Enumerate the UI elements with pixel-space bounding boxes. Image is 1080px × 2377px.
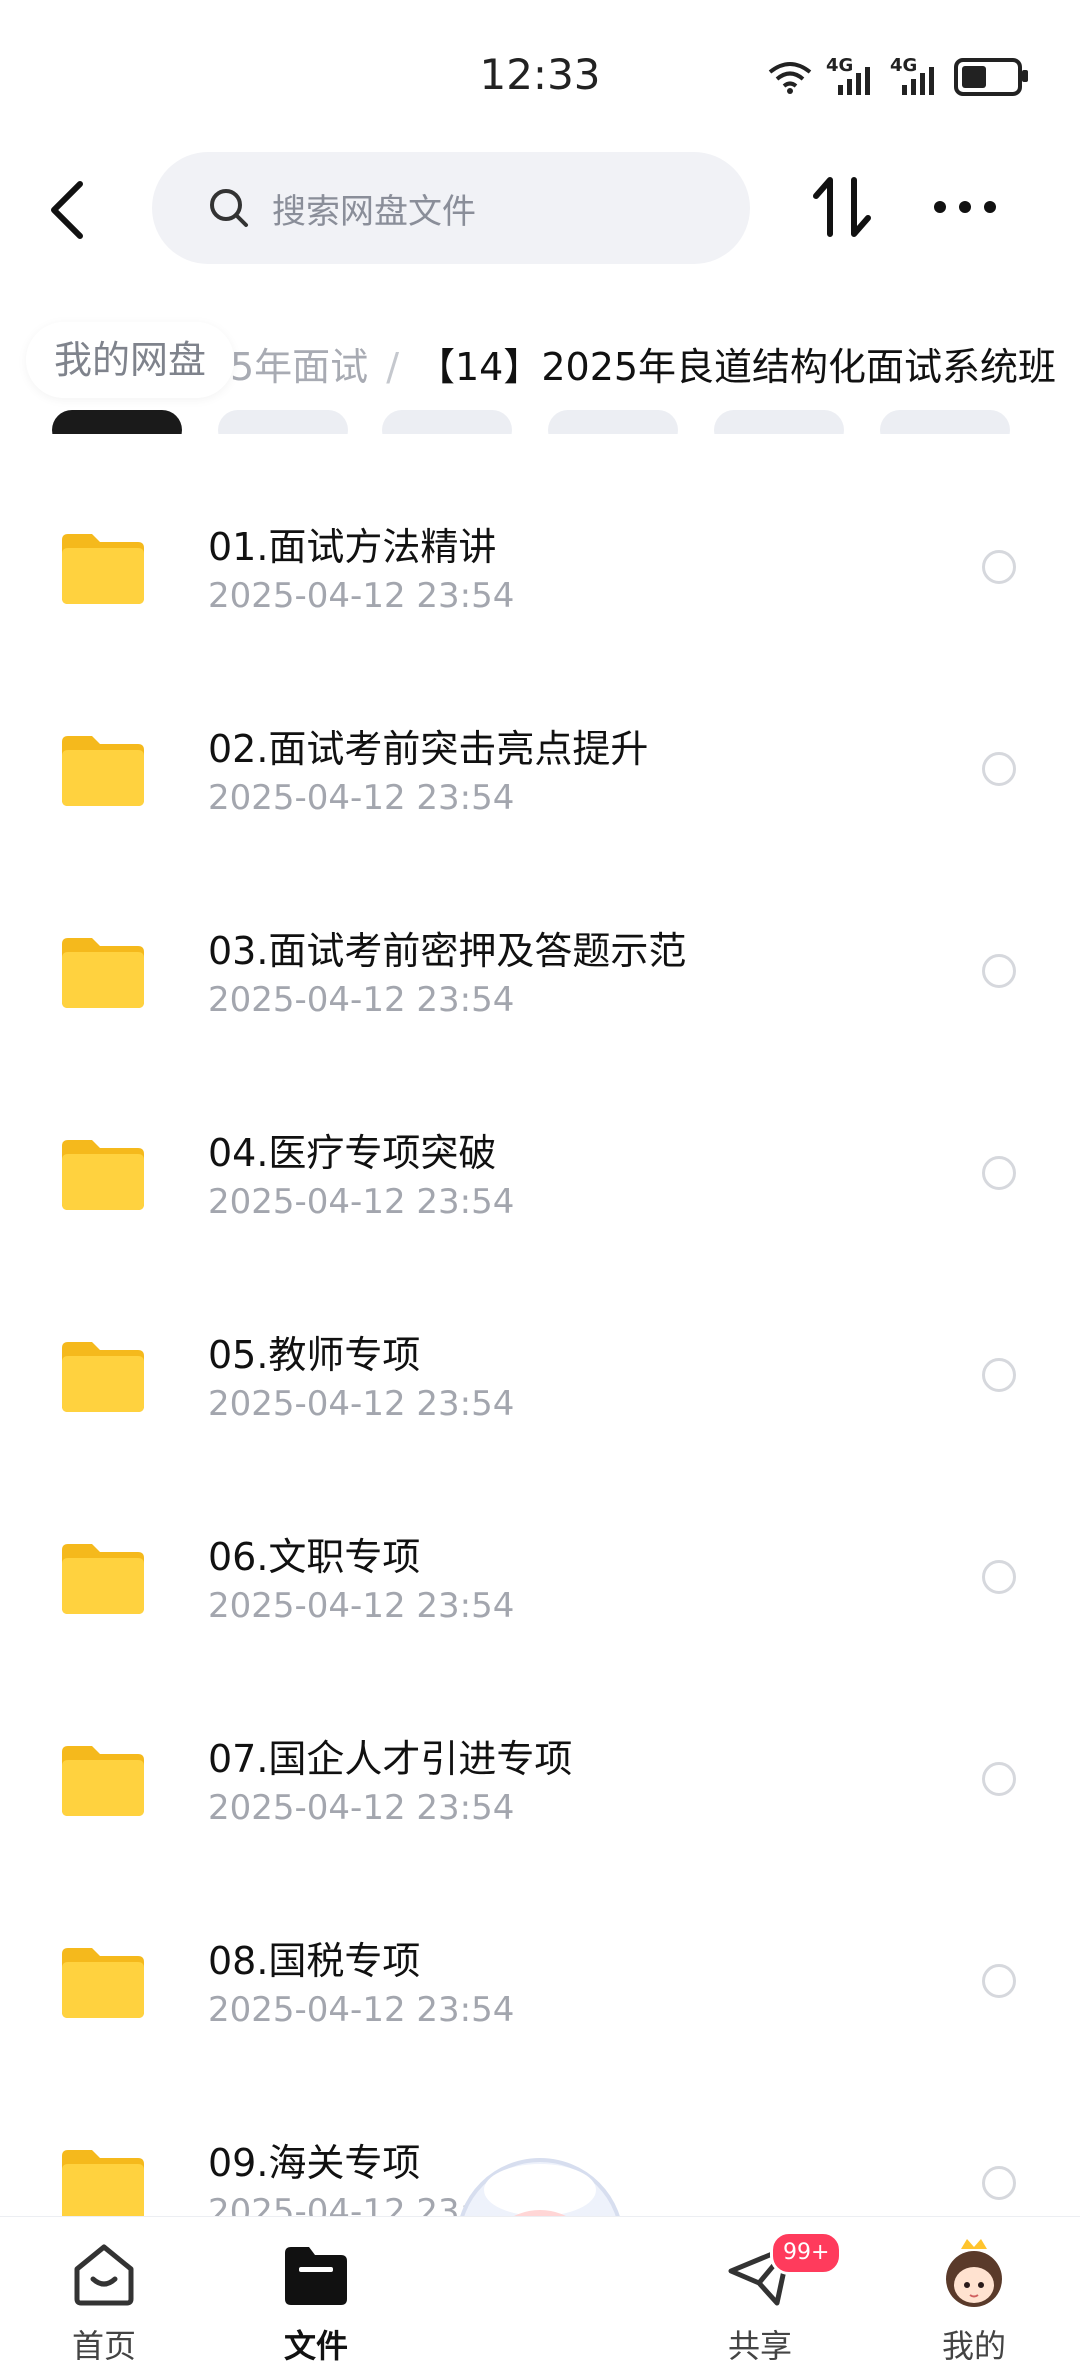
file-name: 04.医疗专项突破 xyxy=(208,1131,497,1175)
file-list: 01.面试方法精讲 2025-04-12 23:54 02.面试考前突击亮点提升 20… xyxy=(0,434,1080,2216)
nav-item-home[interactable]: 首页 xyxy=(24,2239,184,2369)
file-name: 02.面试考前突击亮点提升 xyxy=(208,727,649,771)
breadcrumb-separator: / xyxy=(386,345,399,389)
file-date: 2025-04-12 23:54 xyxy=(208,1990,515,2030)
more-dot xyxy=(959,201,971,213)
file-name: 03.面试考前密押及答题示范 xyxy=(208,929,687,973)
search-placeholder: 搜索网盘文件 xyxy=(272,191,476,232)
folder-icon xyxy=(62,1746,144,1816)
signal-icon: 4G xyxy=(890,55,940,95)
nav-item-mine[interactable]: 我的 xyxy=(894,2239,1054,2369)
file-name: 06.文职专项 xyxy=(208,1535,421,1579)
folder-icon xyxy=(62,1948,144,2018)
file-row[interactable]: 02.面试考前突击亮点提升 2025-04-12 23:54 xyxy=(0,727,1080,934)
select-checkbox[interactable] xyxy=(982,1156,1016,1190)
home-icon xyxy=(74,2244,134,2306)
signal-icon: 4G xyxy=(826,55,876,95)
chevron-left-icon xyxy=(51,181,83,239)
file-name: 05.教师专项 xyxy=(208,1333,421,1377)
file-row[interactable]: 06.文职专项 2025-04-12 23:54 xyxy=(0,1535,1080,1742)
breadcrumb: 5年面试 / 【14】2025年良道结构化面试系统班 我的网盘 xyxy=(0,300,1080,420)
file-row[interactable]: 08.国税专项 2025-04-12 23:54 xyxy=(0,1939,1080,2146)
status-icons: 4G 4G xyxy=(768,55,1028,96)
more-button[interactable] xyxy=(934,196,996,218)
wifi-icon xyxy=(768,62,812,94)
share-badge: 99+ xyxy=(770,2231,843,2275)
file-name: 08.国税专项 xyxy=(208,1939,421,1983)
breadcrumb-item-parent[interactable]: 5年面试 xyxy=(230,345,368,389)
avatar xyxy=(946,2239,1002,2307)
folder-icon xyxy=(62,736,144,806)
select-checkbox[interactable] xyxy=(982,550,1016,584)
file-date: 2025-04-12 23:54 xyxy=(208,1788,515,1828)
search-icon xyxy=(210,189,248,227)
folder-icon xyxy=(62,1140,144,1210)
file-date: 2025-04-12 23:54 xyxy=(208,1586,515,1626)
status-bar: 12:33 4G 4G xyxy=(0,0,1080,150)
folder-icon xyxy=(285,2247,347,2305)
select-checkbox[interactable] xyxy=(982,954,1016,988)
nav-label-share: 共享 xyxy=(727,2327,792,2365)
file-row[interactable]: 05.教师专项 2025-04-12 23:54 xyxy=(0,1333,1080,1540)
sort-icon xyxy=(813,177,871,237)
back-button[interactable] xyxy=(40,178,96,242)
file-date: 2025-04-12 23:54 xyxy=(208,778,515,818)
nav-label-mine: 我的 xyxy=(941,2327,1006,2365)
folder-icon xyxy=(62,2150,144,2216)
nav-item-share[interactable]: 99+ 共享 xyxy=(680,2231,843,2369)
bottom-nav: 首页 文件 99+ 共享 我的 xyxy=(0,2216,1080,2377)
file-date: 2025-04-12 23:54 xyxy=(208,1182,515,1222)
nav-item-files[interactable]: 文件 xyxy=(236,2239,396,2369)
file-date: 2025-04-12 23:54 xyxy=(208,1384,515,1424)
file-row[interactable]: 03.面试考前密押及答题示范 2025-04-12 23:54 xyxy=(0,929,1080,1136)
file-date: 2025-04-12 23:54 xyxy=(208,576,515,616)
select-checkbox[interactable] xyxy=(982,1964,1016,1998)
folder-icon xyxy=(62,1342,144,1412)
select-checkbox[interactable] xyxy=(982,1358,1016,1392)
select-checkbox[interactable] xyxy=(982,2166,1016,2200)
folder-icon xyxy=(62,534,144,604)
more-dot xyxy=(984,201,996,213)
breadcrumb-item-root[interactable]: 我的网盘 xyxy=(26,322,235,398)
select-checkbox[interactable] xyxy=(982,752,1016,786)
sort-button[interactable] xyxy=(808,172,878,242)
file-date: 2025-04-12 23:54 xyxy=(208,980,515,1020)
file-name: 01.面试方法精讲 xyxy=(208,525,497,569)
select-checkbox[interactable] xyxy=(982,1762,1016,1796)
file-row[interactable]: 01.面试方法精讲 2025-04-12 23:54 xyxy=(0,525,1080,732)
select-checkbox[interactable] xyxy=(982,1560,1016,1594)
file-row[interactable]: 07.国企人才引进专项 2025-04-12 23:54 xyxy=(0,1737,1080,1944)
nav-label-files: 文件 xyxy=(283,2327,348,2365)
file-name: 07.国企人才引进专项 xyxy=(208,1737,573,1781)
battery-icon xyxy=(954,58,1028,96)
breadcrumb-item-current: 【14】2025年良道结构化面试系统班 xyxy=(417,345,1057,389)
nav-label-home: 首页 xyxy=(71,2327,136,2365)
file-name: 09.海关专项 xyxy=(208,2141,421,2185)
file-row[interactable]: 04.医疗专项突破 2025-04-12 23:54 xyxy=(0,1131,1080,1338)
search-input[interactable]: 搜索网盘文件 xyxy=(152,152,750,264)
folder-icon xyxy=(62,1544,144,1614)
folder-icon xyxy=(62,938,144,1008)
more-dot xyxy=(934,201,946,213)
